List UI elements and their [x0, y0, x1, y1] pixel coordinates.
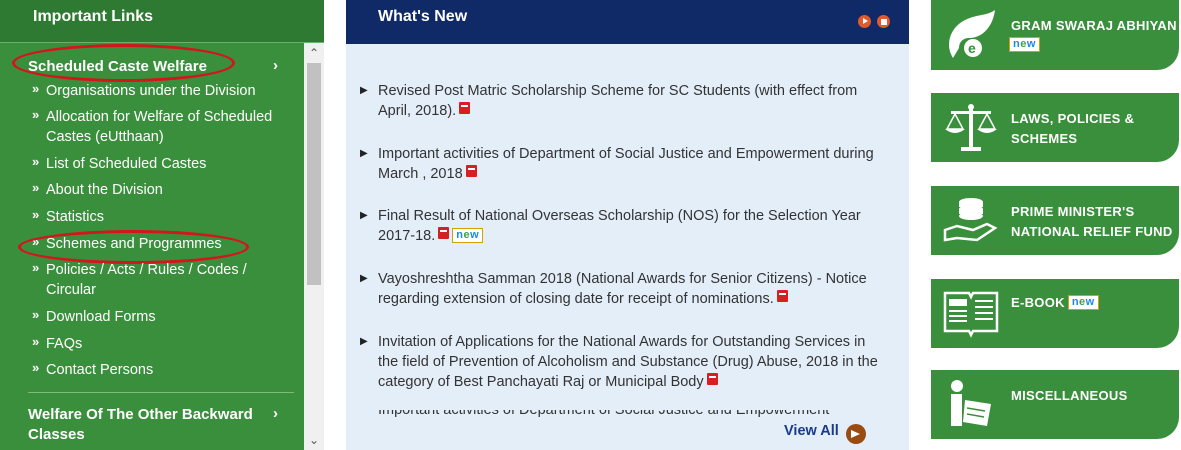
- sidebar-item-contact[interactable]: Contact Persons: [46, 360, 286, 380]
- double-arrow-icon: »: [32, 154, 40, 169]
- double-arrow-icon: »: [32, 207, 40, 222]
- pdf-icon[interactable]: [776, 290, 788, 302]
- section-obc-welfare[interactable]: Welfare Of The Other Backward Classes: [28, 405, 268, 445]
- tile-label[interactable]: LAWS, POLICIES & SCHEMES: [1011, 109, 1179, 149]
- scales-icon: [945, 104, 997, 151]
- pdf-icon[interactable]: [459, 102, 471, 114]
- bullet-icon: ▶: [360, 85, 368, 96]
- sidebar-item-policies[interactable]: Policies / Acts / Rules / Codes / Circul…: [46, 260, 286, 300]
- new-badge: new: [452, 228, 484, 243]
- sidebar-item-about[interactable]: About the Division: [46, 180, 286, 200]
- new-badge: new: [1009, 37, 1040, 55]
- important-links-panel: Important Links Scheduled Caste Welfare …: [0, 0, 324, 450]
- tile-label[interactable]: E-BOOK new: [1011, 293, 1099, 313]
- news-item[interactable]: Vayoshreshtha Samman 2018 (National Awar…: [378, 269, 888, 309]
- sidebar-item-faqs[interactable]: FAQs: [46, 334, 286, 354]
- double-arrow-icon: »: [32, 307, 40, 322]
- person-reading-icon: [951, 380, 991, 426]
- coins-hand-icon: [943, 198, 998, 242]
- scroll-down-icon[interactable]: ⌄: [304, 430, 324, 450]
- important-links-header: Important Links: [0, 0, 324, 43]
- scrollbar[interactable]: ⌃ ⌄: [304, 43, 324, 450]
- news-item[interactable]: Revised Post Matric Scholarship Scheme f…: [378, 81, 888, 121]
- bullet-icon: ▶: [360, 336, 368, 347]
- pdf-icon[interactable]: [438, 227, 450, 239]
- news-item[interactable]: Final Result of National Overseas Schola…: [378, 206, 888, 246]
- view-all-link[interactable]: View All: [784, 423, 839, 439]
- arrow-circle-icon[interactable]: [846, 424, 866, 444]
- divider: [28, 392, 294, 393]
- double-arrow-icon: »: [32, 360, 40, 375]
- tile-miscellaneous[interactable]: MISCELLANEOUS: [931, 370, 1179, 439]
- open-book-icon: [943, 291, 999, 338]
- important-links-title: Important Links: [33, 8, 154, 25]
- tile-label[interactable]: GRAM SWARAJ ABHIYAN: [1011, 16, 1177, 36]
- sidebar-item-allocation[interactable]: Allocation for Welfare of Scheduled Cast…: [46, 107, 286, 147]
- scrollbar-thumb[interactable]: [307, 63, 321, 285]
- double-arrow-icon: »: [32, 260, 40, 275]
- news-item[interactable]: Invitation of Applications for the Natio…: [378, 332, 888, 392]
- bullet-icon: ▶: [360, 273, 368, 284]
- sidebar-item-organisations[interactable]: Organisations under the Division: [46, 81, 286, 101]
- double-arrow-icon: »: [32, 180, 40, 195]
- gram-swaraj-logo-icon: e: [949, 10, 995, 58]
- news-item-partial: Important activities of Department of So…: [378, 410, 848, 420]
- double-arrow-icon: »: [32, 334, 40, 349]
- news-item[interactable]: Important activities of Department of So…: [378, 144, 888, 184]
- chevron-right-icon: ›: [273, 57, 278, 74]
- chevron-right-icon: ›: [273, 405, 278, 422]
- news-item-text[interactable]: Invitation of Applications for the Natio…: [378, 334, 878, 390]
- double-arrow-icon: »: [32, 107, 40, 122]
- bullet-icon: ▶: [360, 148, 368, 159]
- tile-label[interactable]: PRIME MINISTER'S NATIONAL RELIEF FUND: [1011, 202, 1179, 242]
- news-item-text[interactable]: Vayoshreshtha Samman 2018 (National Awar…: [378, 271, 867, 307]
- highlight-oval-schemes: [18, 230, 249, 264]
- whats-new-header: What's New: [346, 0, 909, 44]
- sidebar-item-download-forms[interactable]: Download Forms: [46, 307, 286, 327]
- tile-laws-policies[interactable]: LAWS, POLICIES & SCHEMES: [931, 93, 1179, 162]
- news-item-text[interactable]: Revised Post Matric Scholarship Scheme f…: [378, 83, 857, 119]
- tile-gram-swaraj[interactable]: e GRAM SWARAJ ABHIYAN new: [931, 0, 1179, 70]
- scroll-up-icon[interactable]: ⌃: [304, 43, 324, 63]
- double-arrow-icon: »: [32, 81, 40, 96]
- play-icon[interactable]: [858, 15, 871, 28]
- highlight-oval-section: [12, 44, 235, 82]
- stop-icon[interactable]: [877, 15, 890, 28]
- sidebar-item-statistics[interactable]: Statistics: [46, 207, 286, 227]
- news-item-text: Important activities of Department of So…: [378, 410, 830, 418]
- pdf-icon[interactable]: [465, 165, 477, 177]
- news-item-text[interactable]: Final Result of National Overseas Schola…: [378, 208, 861, 244]
- pdf-icon[interactable]: [706, 373, 718, 385]
- tile-label-text[interactable]: E-BOOK: [1011, 295, 1065, 310]
- new-badge: new: [1067, 295, 1099, 310]
- whats-new-panel: What's New ▶ Revised Post Matric Scholar…: [346, 0, 909, 450]
- tile-ebook[interactable]: E-BOOK new: [931, 279, 1179, 348]
- news-item-text[interactable]: Important activities of Department of So…: [378, 146, 874, 182]
- svg-text:e: e: [968, 40, 976, 56]
- tile-label[interactable]: MISCELLANEOUS: [1011, 386, 1128, 406]
- sidebar-item-list-sc[interactable]: List of Scheduled Castes: [46, 154, 286, 174]
- tile-pm-relief-fund[interactable]: PRIME MINISTER'S NATIONAL RELIEF FUND: [931, 186, 1179, 255]
- whats-new-title: What's New: [378, 8, 468, 25]
- bullet-icon: ▶: [360, 210, 368, 221]
